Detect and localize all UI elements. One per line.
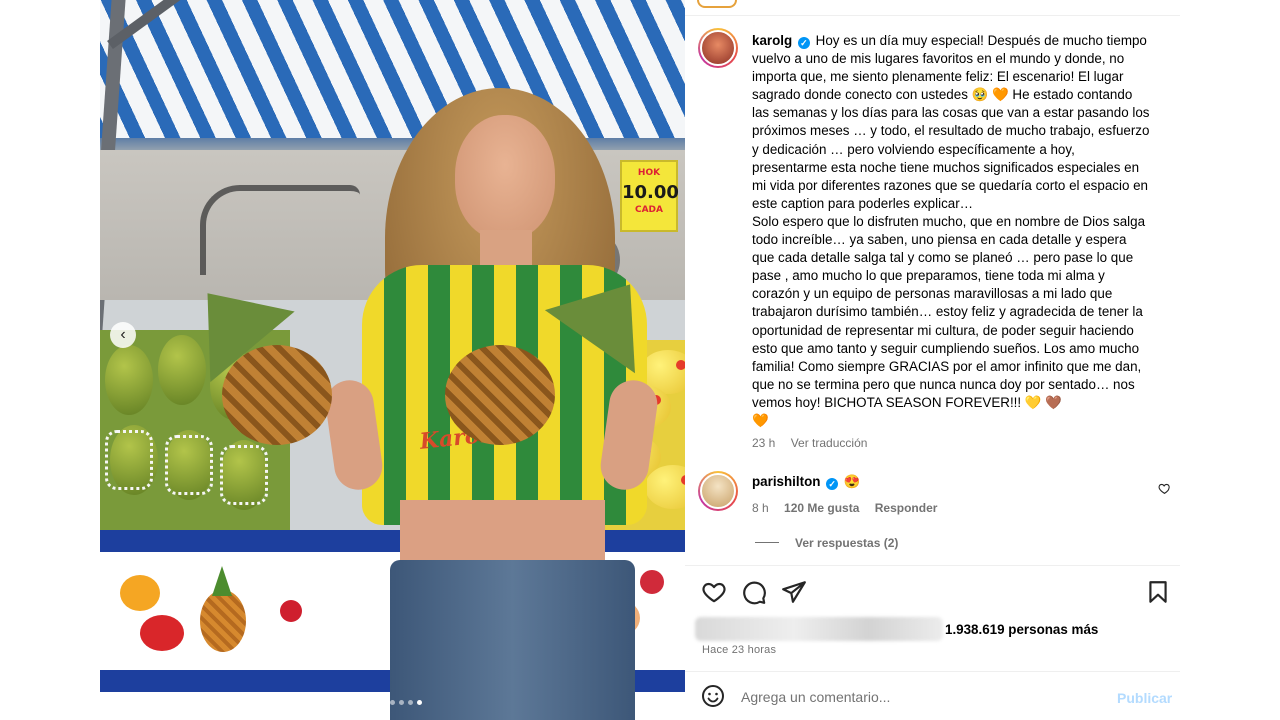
reply-button[interactable]: Responder — [875, 501, 938, 515]
comment-meta: 8 h 120 Me gusta Responder — [752, 501, 937, 515]
verified-badge-icon: ✓ — [826, 478, 839, 490]
carousel-dot[interactable] — [372, 700, 377, 705]
carousel-prev-button[interactable]: ‹ — [110, 322, 136, 348]
verified-badge-icon: ✓ — [797, 37, 810, 49]
post-timestamp: Hace 23 horas — [702, 644, 777, 656]
carousel-dot[interactable] — [417, 700, 422, 705]
carousel-dots — [100, 692, 685, 710]
caption-text: Hoy es un día muy especial! Después de m… — [752, 33, 1150, 428]
author-username[interactable]: karolg — [752, 33, 792, 48]
caption-meta: 23 h Ver traducción — [752, 436, 867, 450]
commenter-avatar[interactable] — [698, 471, 738, 511]
commenter-username[interactable]: parishilton — [752, 474, 820, 489]
like-heart-icon[interactable] — [701, 579, 727, 605]
author-avatar[interactable] — [698, 28, 738, 68]
bookmark-icon[interactable] — [1145, 579, 1171, 605]
publish-button[interactable]: Publicar — [1117, 690, 1172, 706]
post-caption: karolg ✓ Hoy es un día muy especial! Des… — [752, 32, 1152, 430]
carousel-dot[interactable] — [399, 700, 404, 705]
comment-text: 😍 — [843, 474, 861, 489]
comment-likes[interactable]: 120 Me gusta — [784, 501, 859, 515]
pineapple-right — [445, 345, 555, 445]
post-details-panel: karolg ✓ Hoy es un día muy especial! Des… — [685, 0, 1180, 720]
carousel-dot[interactable] — [408, 700, 413, 705]
caption-time: 23 h — [752, 436, 776, 450]
carousel-dot[interactable] — [390, 700, 395, 705]
comment-composer: Publicar — [685, 672, 1180, 720]
comment-input[interactable] — [741, 684, 1091, 710]
view-replies-link[interactable]: Ver respuestas (2) — [795, 536, 898, 550]
emoji-picker-icon[interactable] — [701, 684, 727, 710]
person-face — [455, 115, 555, 240]
translate-link[interactable]: Ver traducción — [791, 436, 868, 450]
comment-icon[interactable] — [741, 579, 767, 605]
likes-count[interactable]: 1.938.619 personas más — [945, 622, 1098, 637]
liked-by-blurred — [695, 617, 943, 641]
carousel-dot[interactable] — [363, 700, 368, 705]
instagram-post-modal: HOK 10.00 CADA Karol G ‹ karolg ✓ Hoy es… — [0, 0, 1280, 720]
pineapple-left — [222, 345, 332, 445]
share-icon[interactable] — [781, 579, 807, 605]
carousel-dot[interactable] — [381, 700, 386, 705]
post-photo[interactable]: HOK 10.00 CADA Karol G ‹ — [100, 0, 685, 720]
price-sign: HOK 10.00 CADA — [620, 160, 679, 232]
comment-item: parishilton ✓ 😍 — [752, 474, 861, 490]
awning — [100, 0, 685, 150]
comment-time: 8 h — [752, 501, 769, 515]
comment-like-heart-icon[interactable] — [1158, 482, 1172, 496]
